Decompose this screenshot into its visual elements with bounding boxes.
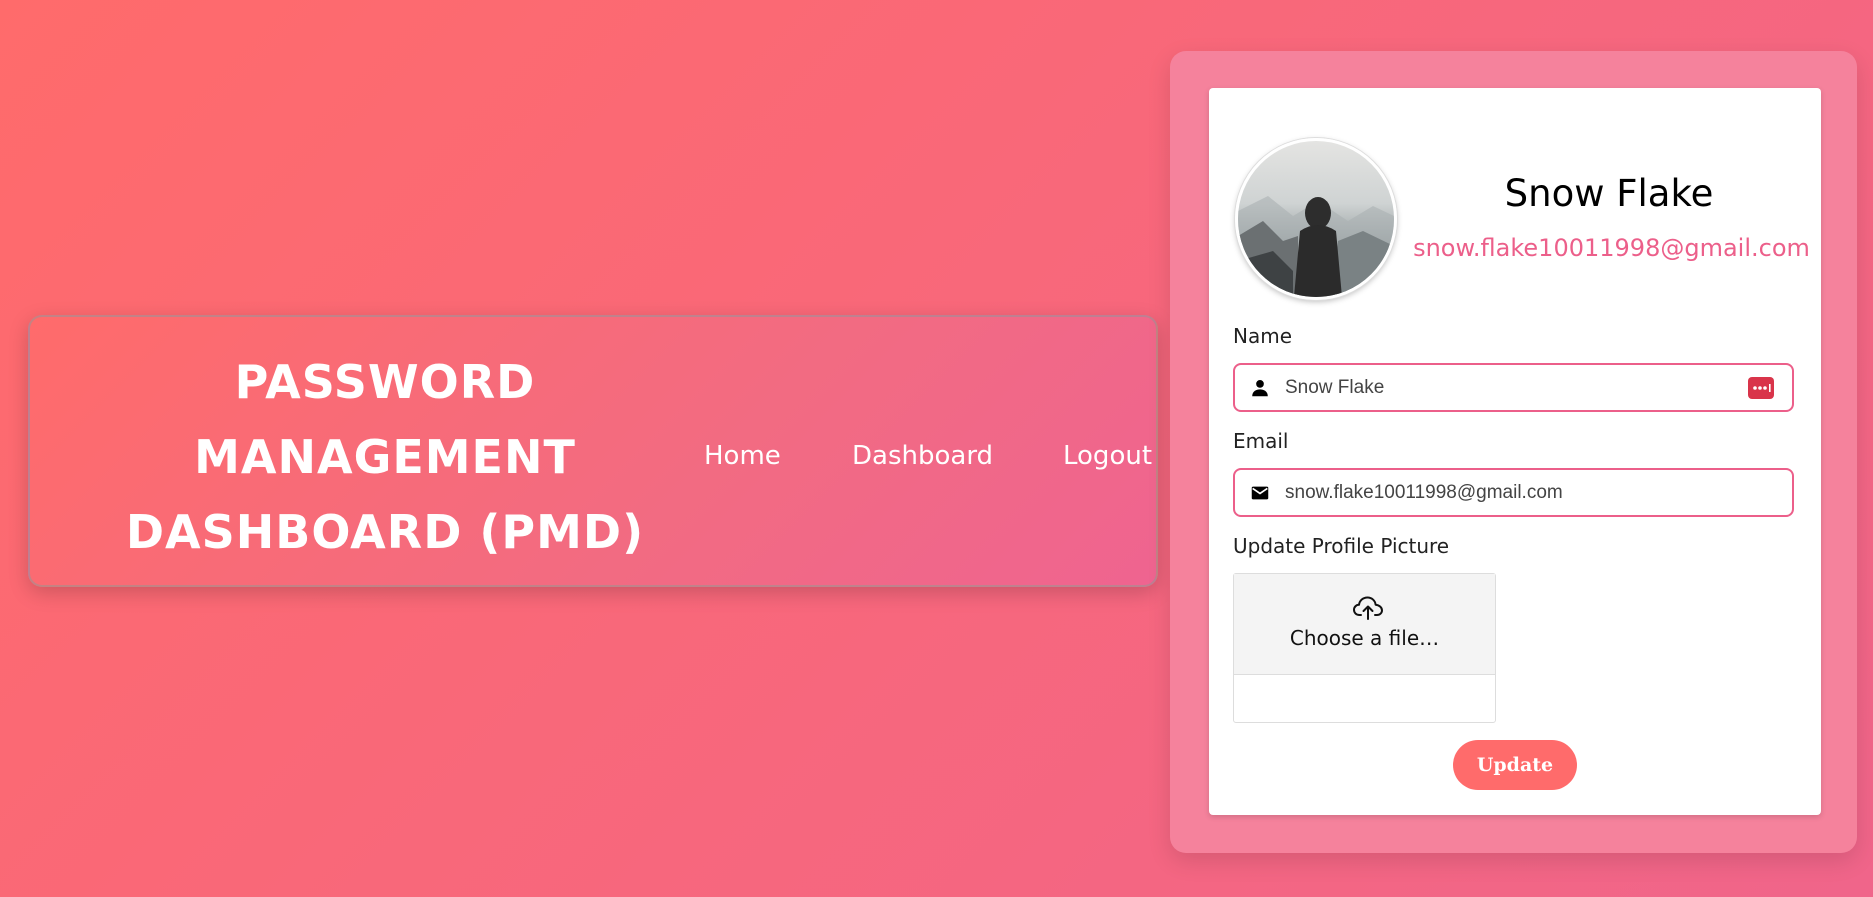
brand-line: DASHBOARD (PMD) <box>125 505 645 559</box>
update-button[interactable]: Update <box>1453 740 1577 790</box>
dots-badge-icon[interactable] <box>1748 377 1774 399</box>
file-upload: Choose a file… <box>1233 573 1496 723</box>
avatar <box>1235 138 1397 300</box>
user-icon <box>1252 380 1268 397</box>
avatar-image <box>1238 196 1394 297</box>
email-field <box>1233 468 1794 517</box>
email-label: Email <box>1233 429 1289 453</box>
brand-line: PASSWORD <box>234 355 536 409</box>
name-input[interactable] <box>1285 371 1725 404</box>
profile-email: snow.flake10011998@gmail.com <box>1413 234 1810 262</box>
nav-link-home[interactable]: Home <box>704 441 781 471</box>
envelope-icon <box>1251 486 1269 500</box>
nav-link-dashboard[interactable]: Dashboard <box>852 441 993 471</box>
profile-name: Snow Flake <box>1504 172 1714 215</box>
cloud-upload-icon <box>1353 596 1383 620</box>
nav-link-logout[interactable]: Logout <box>1063 441 1152 471</box>
brand-title: PASSWORD MANAGEMENT DASHBOARD (PMD) <box>90 345 680 570</box>
choose-file-label: Choose a file… <box>1289 626 1440 650</box>
navbar: PASSWORD MANAGEMENT DASHBOARD (PMD) Home… <box>28 315 1158 587</box>
brand-line: MANAGEMENT <box>194 430 576 484</box>
choose-file-button[interactable]: Choose a file… <box>1234 574 1495 675</box>
picture-label: Update Profile Picture <box>1233 534 1450 558</box>
email-input[interactable] <box>1285 476 1725 509</box>
profile-card: Snow Flake snow.flake10011998@gmail.com … <box>1209 88 1821 815</box>
name-label: Name <box>1233 324 1293 348</box>
name-field <box>1233 363 1794 412</box>
